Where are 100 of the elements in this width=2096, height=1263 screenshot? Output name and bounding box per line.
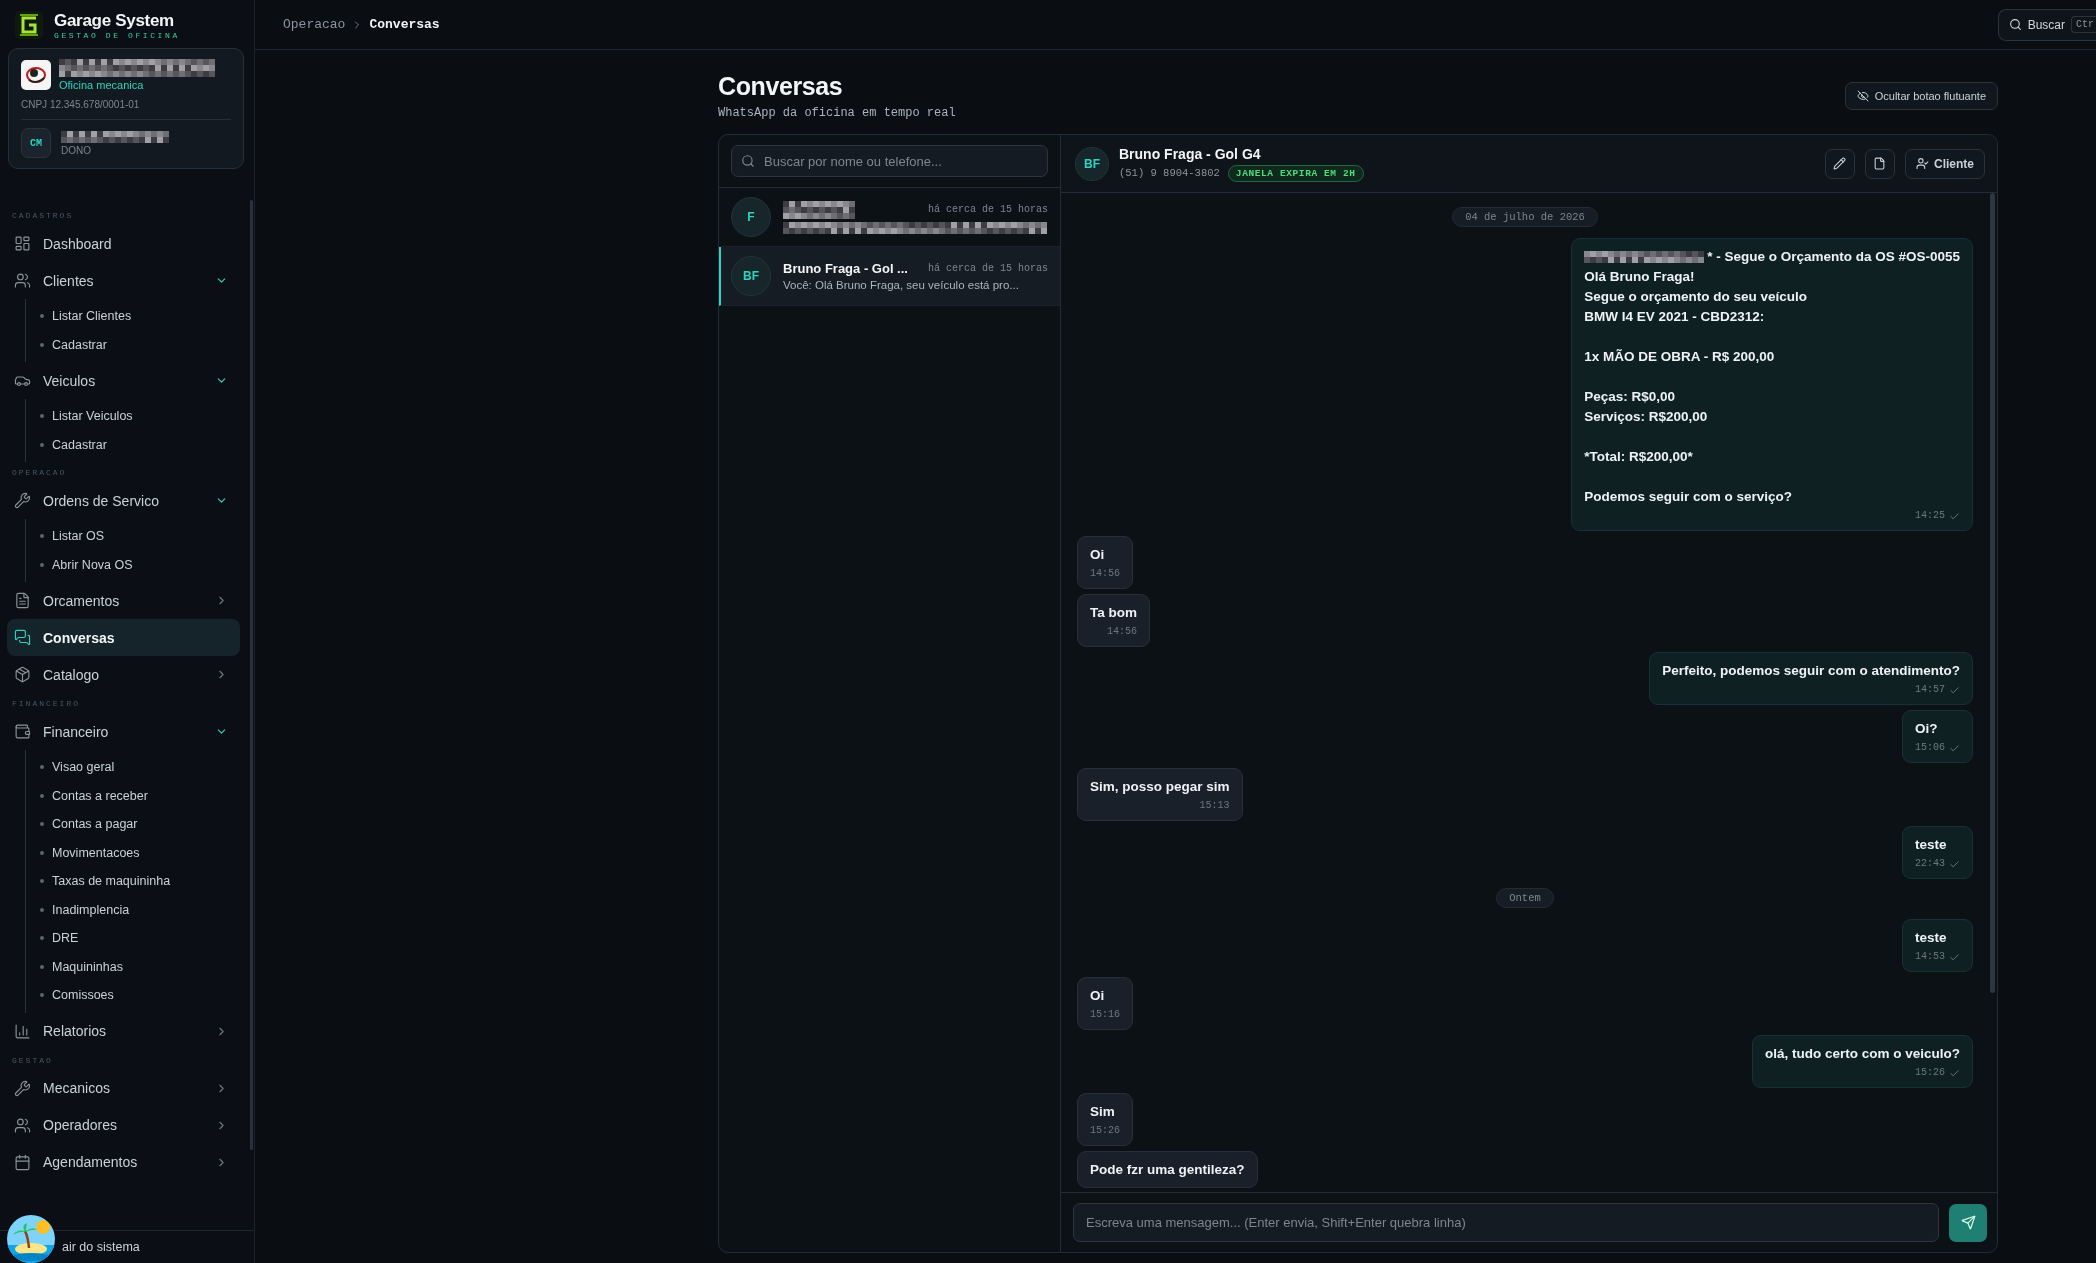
message-time: 14:25	[1915, 509, 1945, 523]
nav-subitem[interactable]: Listar Veiculos	[26, 402, 240, 431]
pencil-icon	[1833, 157, 1847, 170]
message-text: Sim, posso pegar sim	[1090, 778, 1230, 796]
nav-item[interactable]: Relatorios	[7, 1012, 240, 1050]
nav-item[interactable]: Agendamentos	[7, 1143, 240, 1181]
page-title: Conversas	[718, 72, 844, 101]
message-text: Olá Bruno Fraga! Segue o orçamento do seu veículo BMW I4 EV 2021 - CBD2312: 1x MÃO DE OBRA - R$ 200,00 Peças: R$0,00 Serviços: R$200,00 *Total: R$200,00* Podemos seguir com o serviço?	[1584, 268, 1808, 506]
nav-item[interactable]: Catalogo	[7, 656, 240, 693]
nav-subitem[interactable]: Comissoes	[26, 981, 240, 1010]
breadcrumb-link[interactable]: Conversas	[369, 17, 440, 32]
check-icon	[1949, 1067, 1960, 1079]
nav-item[interactable]: Financeiro	[7, 713, 240, 750]
nav-subitem[interactable]: Listar OS	[26, 522, 240, 551]
nav-icon	[14, 235, 31, 252]
nav-subitem[interactable]: Movimentacoes	[26, 838, 240, 867]
hide-floating-button[interactable]: Ocultar botao flutuante	[1844, 82, 1998, 110]
nav-subitem[interactable]: Contas a receber	[26, 781, 240, 810]
message-time: 14:56	[1107, 625, 1137, 639]
nav-item[interactable]: Orcamentos	[7, 582, 240, 619]
check-icon	[1949, 951, 1960, 963]
date-separator: 04 de julho de 2026	[1452, 207, 1598, 227]
nav-icon	[14, 1079, 31, 1097]
app-title: Garage System	[54, 10, 175, 31]
user-avatar: CM	[21, 128, 51, 158]
message-time: 14:57	[1915, 683, 1945, 697]
contact-avatar: F	[731, 197, 771, 237]
nav-item[interactable]: Clientes	[7, 262, 240, 299]
section-label: FINANCEIRO	[11, 699, 81, 708]
nav-item[interactable]: Operadores	[7, 1106, 240, 1144]
nav-subitem[interactable]: Taxas de maquininha	[26, 867, 240, 896]
conversation-item[interactable]: BF Bruno Fraga - Gol ... há cerca de 15 horas Você: Olá Bruno Fraga, seu veículo está pro...	[719, 247, 1060, 306]
check-icon	[1949, 684, 1960, 696]
message-text: Perfeito, podemos seguir com o atendimento?	[1662, 662, 1960, 680]
search-button[interactable]: Buscar Ctr	[1997, 8, 2096, 41]
nav-subitem[interactable]: Inadimplencia	[26, 895, 240, 924]
nav-subitem[interactable]: Abrir Nova OS	[26, 550, 240, 579]
section-label: GESTAO	[11, 1055, 54, 1065]
section-label: OPERACAO	[11, 468, 68, 477]
conversation-time: há cerca de 15 horas	[927, 263, 1048, 274]
page-subtitle: WhatsApp da oficina em tempo real	[718, 106, 956, 120]
message-text: Ta bom	[1090, 604, 1137, 622]
nav-subitem[interactable]: Cadastrar	[26, 330, 240, 359]
nav-item[interactable]: Veiculos	[7, 362, 240, 399]
contact-avatar: BF	[731, 256, 771, 296]
nav-item[interactable]: Mecanicos	[7, 1069, 240, 1107]
message-time: 15:06	[1915, 741, 1945, 755]
logo-icon	[14, 10, 44, 40]
scrollbar[interactable]	[1990, 193, 1995, 993]
nav-subitem[interactable]: Maquininhas	[26, 952, 240, 981]
nav-subitem[interactable]: Contas a pagar	[26, 810, 240, 839]
message-input[interactable]: Escreva uma mensagem... (Enter envia, Shift+Enter quebra linha)	[1073, 1203, 1939, 1242]
conversation-item[interactable]: F há cerca de 15 horas	[719, 188, 1060, 247]
nav-item[interactable]: Dashboard	[7, 225, 240, 262]
contact-name: Bruno Fraga - Gol ...	[783, 261, 908, 276]
user-role: DONO	[61, 144, 92, 156]
nav-icon	[14, 1022, 31, 1040]
nav-icon	[14, 723, 31, 740]
message-text: Pode fzr uma gentileza?	[1090, 1161, 1245, 1179]
message-text: teste	[1915, 836, 1948, 854]
company-logo	[21, 60, 51, 90]
nav-subitem[interactable]: Visao geral	[26, 753, 240, 782]
search-field[interactable]: Buscar por nome ou telefone...	[731, 145, 1048, 177]
nav-subitem[interactable]: Cadastrar	[26, 430, 240, 459]
send-button[interactable]	[1949, 1203, 1987, 1242]
nav-icon	[14, 272, 31, 289]
nav-item[interactable]: Ordens de Servico	[7, 482, 240, 519]
logout-link[interactable]: air do sistema	[62, 1240, 140, 1254]
contact-name: Bruno Fraga - Gol G4	[1119, 145, 1262, 162]
message-time: 14:53	[1915, 950, 1945, 964]
file-icon	[1873, 157, 1887, 170]
window-badge: JANELA EXPIRA EM 2H	[1227, 164, 1364, 182]
nav-icon	[14, 592, 31, 609]
message-text: * - Segue o Orçamento da OS #OS-0055	[1707, 248, 1960, 266]
search-icon	[741, 154, 755, 168]
user-check-icon	[1916, 157, 1929, 170]
eye-off-icon	[1856, 90, 1869, 102]
client-button[interactable]: Cliente	[1905, 148, 1985, 179]
company-type: Oficina mecanica	[59, 79, 145, 91]
nav-subitem[interactable]: Listar Clientes	[26, 302, 240, 331]
contact-phone: (51) 9 8904-3802	[1119, 167, 1220, 179]
message-text: Oi	[1090, 546, 1106, 564]
message-time: 15:16	[1090, 1008, 1120, 1022]
message-preview: Você: Olá Bruno Fraga, seu veículo está pro...	[783, 279, 1020, 291]
message-time: 22:43	[1915, 857, 1945, 871]
message-time: 15:13	[1199, 799, 1230, 813]
check-icon	[1949, 858, 1960, 870]
breadcrumb-link[interactable]: Operacao	[283, 17, 346, 32]
message-text: Oi?	[1915, 720, 1939, 738]
message-text: olá, tudo certo com o veiculo?	[1764, 1045, 1960, 1063]
section-label: CADASTROS	[11, 211, 75, 220]
nav-item[interactable]: Conversas	[7, 619, 240, 656]
contact-avatar: BF	[1075, 146, 1109, 181]
nav-icon	[14, 1116, 31, 1134]
nav-subitem[interactable]: DRE	[26, 924, 240, 953]
edit-button[interactable]	[1825, 148, 1855, 179]
note-button[interactable]	[1865, 148, 1895, 179]
shortcut-key: Ctr	[2071, 16, 2096, 33]
message-text: Oi	[1090, 987, 1106, 1005]
check-icon	[1949, 510, 1960, 522]
